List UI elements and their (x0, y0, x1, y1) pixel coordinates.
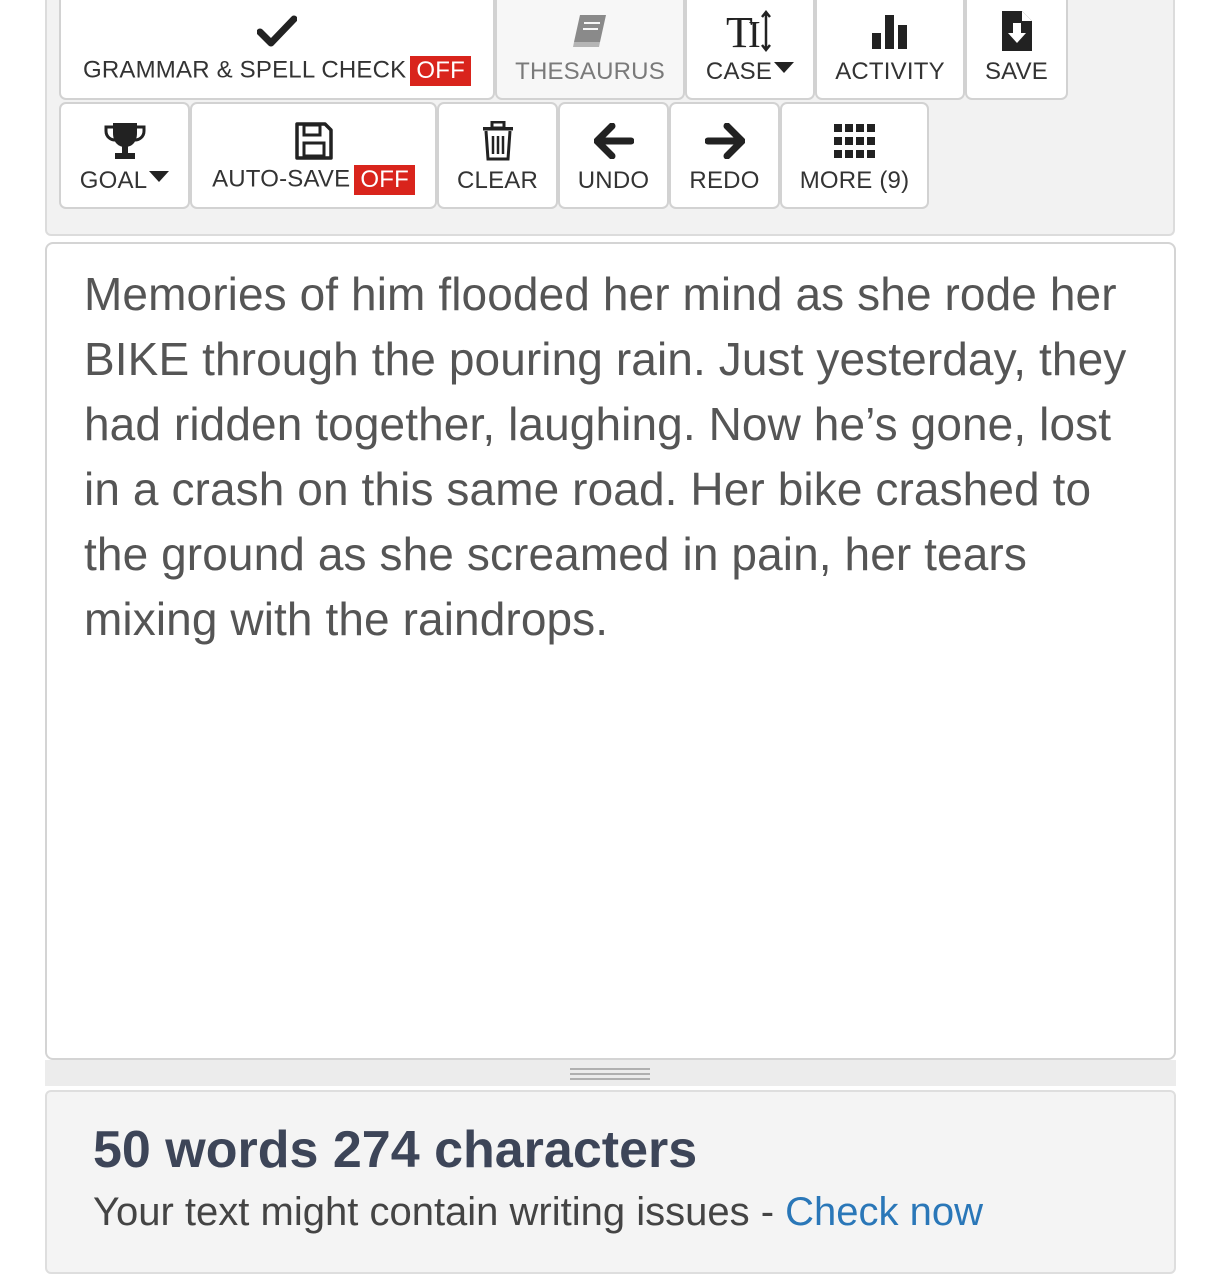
stats-panel: 50 words 274 characters Your text might … (45, 1090, 1176, 1274)
save-button[interactable]: SAVE (965, 0, 1068, 100)
goal-label: GOAL (79, 167, 148, 194)
goal-dropdown-button[interactable]: GOAL (59, 102, 190, 209)
toolbar: GRAMMAR & SPELL CHECK OFF THESAURUS T I C… (45, 0, 1175, 236)
check-now-link[interactable]: Check now (785, 1190, 983, 1234)
more-label: MORE (9) (799, 167, 910, 194)
trash-icon (439, 118, 556, 164)
grammar-spell-check-label: GRAMMAR & SPELL CHECK (83, 56, 407, 84)
floppy-disk-icon (192, 118, 435, 164)
file-download-icon (967, 8, 1066, 54)
checkmark-icon (61, 8, 493, 54)
bar-chart-icon (817, 8, 963, 54)
caret-down-icon (149, 171, 170, 182)
redo-button[interactable]: REDO (669, 102, 780, 209)
grip-line (570, 1078, 650, 1080)
activity-button[interactable]: ACTIVITY (815, 0, 965, 100)
auto-save-button[interactable]: AUTO-SAVE OFF (190, 102, 437, 209)
thesaurus-label: THESAURUS (515, 58, 665, 85)
activity-label: ACTIVITY (835, 58, 945, 85)
arrow-right-icon (671, 118, 778, 164)
arrow-left-icon (560, 118, 667, 164)
save-label: SAVE (984, 58, 1049, 85)
trophy-icon (61, 118, 188, 164)
undo-button[interactable]: UNDO (558, 102, 669, 209)
resize-handle[interactable] (45, 1060, 1176, 1086)
writing-issues-text: Your text might contain writing issues - (93, 1190, 786, 1234)
auto-save-label: AUTO-SAVE (212, 165, 351, 193)
caret-down-icon (774, 62, 795, 73)
word-count: 50 words (93, 1121, 319, 1179)
grip-line (570, 1073, 650, 1075)
clear-label: CLEAR (456, 167, 539, 194)
auto-save-off-badge: OFF (354, 165, 415, 195)
undo-label: UNDO (577, 167, 650, 194)
grammar-off-badge: OFF (410, 56, 471, 86)
character-count: 274 characters (332, 1121, 698, 1179)
writing-issues-note: Your text might contain writing issues -… (93, 1190, 983, 1235)
svg-text:I: I (748, 14, 761, 53)
case-label: CASE (705, 58, 773, 85)
grammar-spell-check-button[interactable]: GRAMMAR & SPELL CHECK OFF (59, 0, 495, 100)
clear-button[interactable]: CLEAR (437, 102, 558, 209)
grip-line (570, 1068, 650, 1070)
editor-content[interactable]: Memories of him flooded her mind as she … (84, 262, 1144, 652)
case-dropdown-button[interactable]: T I CASE (685, 0, 815, 100)
redo-label: REDO (689, 167, 760, 194)
grid-icon (782, 118, 927, 164)
thesaurus-button[interactable]: THESAURUS (495, 0, 685, 100)
text-editor[interactable]: Memories of him flooded her mind as she … (45, 242, 1176, 1060)
more-button[interactable]: MORE (9) (780, 102, 929, 209)
text-case-icon: T I (687, 8, 813, 54)
book-icon (497, 8, 683, 54)
word-character-count: 50 words 274 characters (93, 1120, 697, 1180)
